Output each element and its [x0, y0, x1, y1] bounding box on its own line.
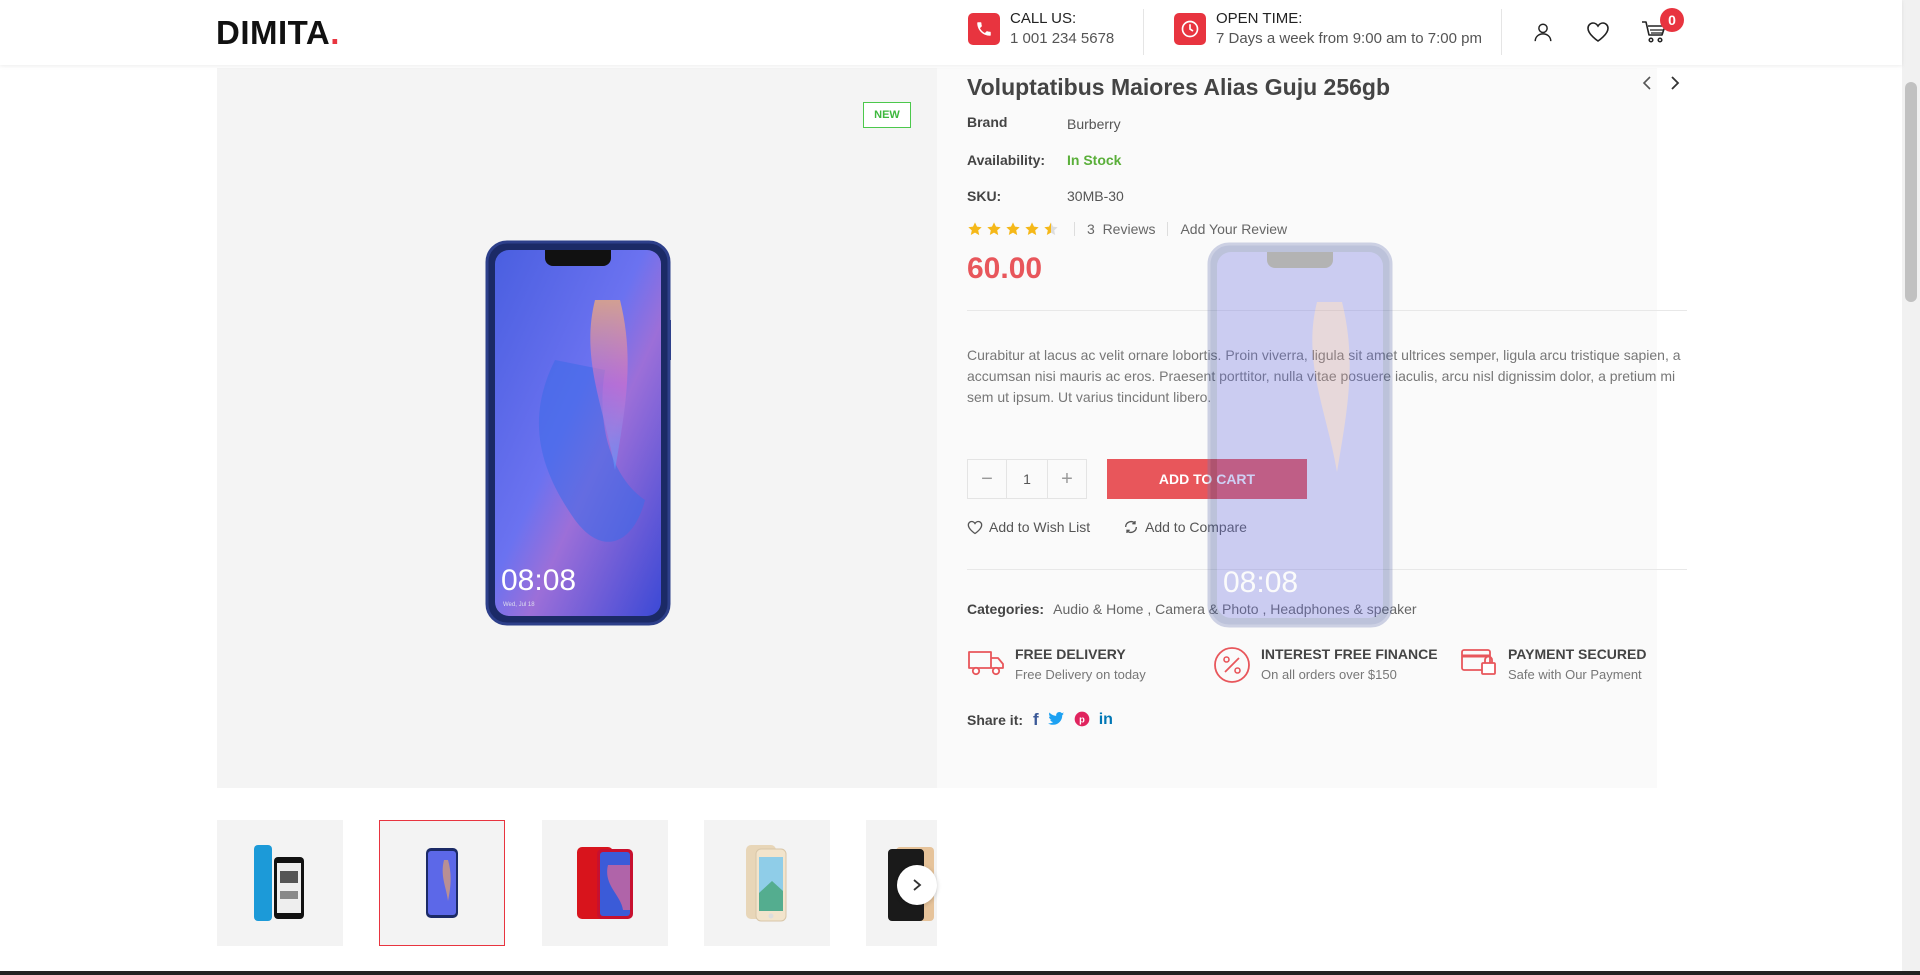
- previous-product-icon[interactable]: [1640, 75, 1654, 96]
- availability-value: In Stock: [1067, 152, 1122, 168]
- thumbnail-3[interactable]: [542, 820, 668, 946]
- linkedin-icon[interactable]: in: [1099, 711, 1113, 729]
- site-header: DIMITA. CALL US: 1 001 234 5678 OPEN TIM…: [0, 0, 1902, 65]
- feature-free-delivery: FREE DELIVERY Free Delivery on today: [967, 646, 1146, 682]
- star-icon: [1025, 222, 1039, 236]
- add-to-compare-link[interactable]: Add to Compare: [1123, 519, 1247, 535]
- pinterest-icon[interactable]: p: [1074, 711, 1090, 730]
- thumbnail-next-button[interactable]: [897, 865, 937, 905]
- call-us-title: CALL US:: [1010, 10, 1077, 27]
- heart-icon: [967, 520, 983, 534]
- sku-value: 30MB-30: [1067, 188, 1124, 204]
- call-us-number[interactable]: 1 001 234 5678: [1010, 30, 1114, 47]
- product-nav: [1640, 75, 1682, 96]
- sku-label: SKU:: [967, 188, 1002, 204]
- facebook-icon[interactable]: f: [1033, 710, 1039, 730]
- brand-value[interactable]: Burberry: [1067, 116, 1121, 132]
- thumbnail-1[interactable]: [217, 820, 343, 946]
- credit-card-icon: [1461, 649, 1496, 675]
- product-info: Voluptatibus Maiores Alias Guju 256gb: [967, 68, 1687, 101]
- product-main-image[interactable]: 08:08 Wed, Jul 18: [485, 240, 672, 631]
- quantity-plus-button[interactable]: +: [1048, 460, 1086, 498]
- categories-label: Categories:: [967, 601, 1045, 617]
- phone-screen-time: 08:08: [501, 564, 576, 597]
- sku-row: SKU: 30MB-30: [967, 188, 1124, 204]
- thumbnail-4[interactable]: [704, 820, 830, 946]
- compare-icon: [1125, 521, 1137, 533]
- brand-row: Brand Burberry: [967, 114, 1121, 132]
- quantity-stepper: − 1 +: [967, 459, 1087, 499]
- scrollbar-thumb[interactable]: [1905, 82, 1917, 302]
- brand-label: Brand: [967, 114, 1008, 130]
- product-gallery: NEW 08:08 Wed, Jul 18: [217, 68, 937, 788]
- percent-icon: [1214, 647, 1250, 683]
- quantity-input[interactable]: 1: [1006, 460, 1048, 498]
- rating-stars: [967, 221, 1062, 237]
- add-to-wishlist-link[interactable]: Add to Wish List: [967, 519, 1090, 535]
- clock-icon: [1174, 12, 1206, 45]
- star-icon: [968, 222, 982, 236]
- twitter-icon[interactable]: t: [1047, 711, 1065, 729]
- share-label: Share it:: [967, 712, 1024, 728]
- open-time-info: OPEN TIME: 7 Days a week from 9:00 am to…: [1174, 10, 1482, 47]
- next-product-icon[interactable]: [1668, 75, 1682, 96]
- svg-text:p: p: [1079, 714, 1085, 724]
- feature-payment-secured: PAYMENT SECURED Safe with Our Payment: [1460, 646, 1646, 682]
- phone-icon: [968, 12, 1000, 45]
- new-badge: NEW: [863, 102, 911, 128]
- categories-row: Categories: Audio & Home , Camera & Phot…: [967, 601, 1417, 617]
- logo[interactable]: DIMITA.: [216, 14, 340, 52]
- share-row: Share it: f t p in: [967, 710, 1122, 730]
- cart-count-badge: 0: [1660, 8, 1684, 32]
- header-divider: [1501, 9, 1502, 55]
- product-description: Curabitur at lacus ac velit ornare lobor…: [967, 347, 1681, 405]
- star-icon: [987, 222, 1001, 236]
- add-review-link[interactable]: Add Your Review: [1180, 221, 1287, 237]
- open-time-title: OPEN TIME:: [1216, 10, 1303, 27]
- star-half-icon: [1044, 222, 1058, 236]
- rating-row: 3 Reviews Add Your Review: [967, 221, 1287, 237]
- quantity-minus-button[interactable]: −: [968, 460, 1006, 498]
- open-time-value: 7 Days a week from 9:00 am to 7:00 pm: [1216, 30, 1482, 47]
- star-icon: [1006, 222, 1020, 236]
- availability-row: Availability: In Stock: [967, 152, 1121, 168]
- feature-interest-free: INTEREST FREE FINANCE On all orders over…: [1213, 646, 1438, 684]
- reviews-link[interactable]: 3 Reviews: [1087, 221, 1155, 237]
- header-divider: [1143, 9, 1144, 55]
- divider: [967, 569, 1687, 570]
- thumbnail-2[interactable]: [379, 820, 505, 946]
- categories-links[interactable]: Audio & Home , Camera & Photo , Headphon…: [1053, 601, 1416, 617]
- add-to-cart-button[interactable]: ADD TO CART: [1107, 459, 1307, 499]
- truck-icon: [968, 651, 1004, 676]
- chevron-right-icon: [913, 879, 922, 891]
- product-page: DIMITA. CALL US: 1 001 234 5678 OPEN TIM…: [0, 0, 1920, 975]
- bottom-edge: [0, 971, 1920, 975]
- divider: [967, 310, 1687, 311]
- call-us-info: CALL US: 1 001 234 5678: [968, 10, 1114, 47]
- availability-label: Availability:: [967, 152, 1046, 168]
- product-title: Voluptatibus Maiores Alias Guju 256gb: [967, 74, 1391, 100]
- heart-icon[interactable]: [1585, 19, 1611, 45]
- user-icon[interactable]: [1530, 19, 1556, 45]
- product-price: 60.00: [967, 252, 1043, 285]
- phone-screen-date: Wed, Jul 18: [503, 602, 535, 608]
